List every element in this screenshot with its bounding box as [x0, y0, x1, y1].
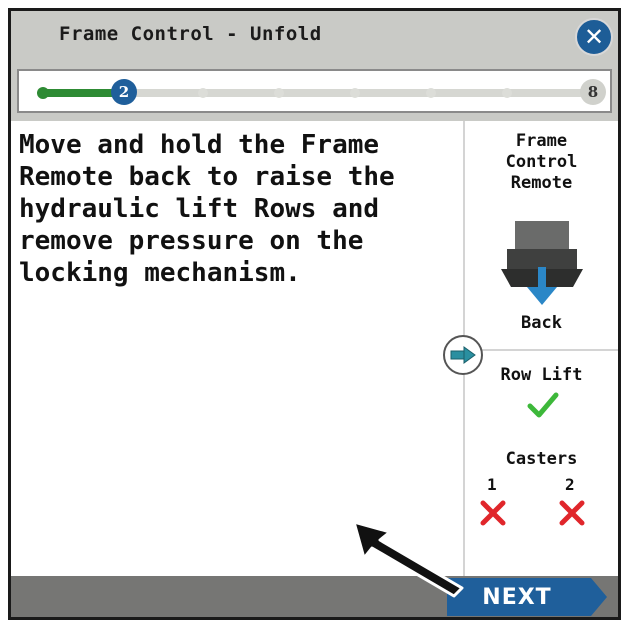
step-dot [198, 88, 208, 98]
remote-title-line: Remote [510, 173, 573, 193]
step-dot [37, 87, 49, 99]
step-progress-bar: 2 8 [17, 69, 612, 113]
bottom-bar: NEXT [11, 576, 618, 617]
expand-panel-button[interactable] [443, 335, 483, 375]
x-icon [559, 500, 585, 526]
step-dot [350, 88, 360, 98]
close-icon: ✕ [583, 23, 605, 51]
dialog-title: Frame Control - Unfold [59, 23, 322, 45]
close-button[interactable]: ✕ [575, 18, 613, 56]
remote-title-line: Frame [515, 131, 568, 151]
current-step-indicator: 2 [111, 79, 137, 105]
x-icon [480, 500, 506, 526]
title-bar: Frame Control - Unfold ✕ [11, 11, 618, 61]
caster-2-label: 2 [565, 475, 575, 494]
row-lift-label: Row Lift [500, 365, 583, 385]
pointer-arrow-icon [352, 520, 464, 598]
step-dot [426, 88, 436, 98]
arrow-right-icon [450, 346, 476, 364]
remote-title-line: Control [505, 152, 578, 172]
instruction-text: Move and hold the Frame Remote back to r… [19, 130, 395, 288]
progress-fill [39, 89, 119, 97]
next-button[interactable]: NEXT [447, 578, 607, 616]
instruction-panel: Move and hold the Frame Remote back to r… [11, 121, 618, 576]
caster-1-label: 1 [487, 475, 497, 494]
casters-label: Casters [505, 449, 578, 469]
frame-remote-back-icon [501, 221, 583, 305]
dialog-window: Frame Control - Unfold ✕ 2 8 Move and ho… [8, 8, 621, 620]
remote-title: Frame Control Remote [465, 131, 618, 194]
total-steps-indicator: 8 [580, 79, 606, 105]
step-dot [502, 88, 512, 98]
check-icon [527, 392, 559, 418]
step-dot [274, 88, 284, 98]
status-sidebar: Frame Control Remote Back Row Lift Caste… [465, 121, 618, 576]
section-divider [465, 349, 618, 351]
direction-label: Back [521, 313, 562, 333]
